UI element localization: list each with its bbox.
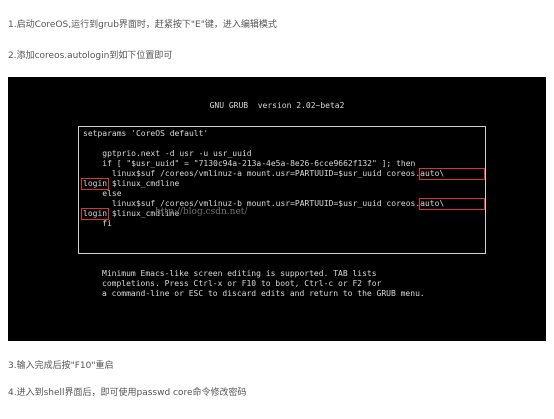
grub-line: else [83,189,122,198]
highlight-box [81,178,109,190]
grub-line: setparams 'CoreOS default' [83,129,209,138]
grub-edit-box: setparams 'CoreOS default' gptprio.next … [78,126,486,254]
step-2-text: 2.添加coreos.autologin到如下位置即可 [8,51,173,61]
highlight-box [81,208,109,220]
grub-help-text: Minimum Emacs-like screen editing is sup… [102,269,425,299]
help-line: a command-line or ESC to discard edits a… [102,289,425,298]
grub-line: gptprio.next -d usr -u usr_uuid [83,149,252,158]
highlight-box [419,168,485,180]
grub-line: if [ "$usr_uuid" = "7130c94a-213a-4e5a-8… [83,159,416,168]
watermark-text: http://blog.csdn.net/ [155,207,248,217]
help-line: completions. Press Ctrl-x or F10 to boot… [102,279,382,288]
grub-title: GNU GRUB version 2.02~beta2 [209,101,345,110]
grub-screenshot: GNU GRUB version 2.02~beta2 setparams 'C… [8,77,546,341]
grub-line: fi [83,219,112,228]
step-1-text: 1.启动CoreOS,运行到grub界面时，赶紧按下"E"键，进入编辑模式 [8,20,277,30]
step-3-text: 3.输入完成后按"F10"重启 [8,361,114,371]
grub-line: linux$suf /coreos/vmlinuz-a mount.usr=PA… [83,169,445,178]
help-line: Minimum Emacs-like screen editing is sup… [102,269,377,278]
highlight-box [419,198,485,210]
step-4-text: 4.进入到shell界面后，即可使用passwd core命令修改密码 [8,388,247,398]
grub-line: linux$suf /coreos/vmlinuz-b mount.usr=PA… [83,199,445,208]
